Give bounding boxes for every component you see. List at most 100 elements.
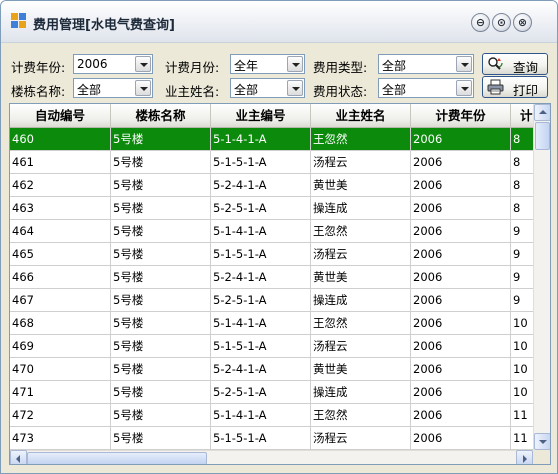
table-row[interactable]: 467 5号楼 5-2-5-1-A 操连成 2006 9: [10, 289, 533, 312]
table-cell[interactable]: 466: [10, 266, 111, 289]
table-row[interactable]: 463 5号楼 5-2-5-1-A 操连成 2006 8: [10, 197, 533, 220]
chevron-down-icon[interactable]: [135, 56, 151, 72]
table-cell[interactable]: 8: [511, 174, 533, 197]
table-cell[interactable]: 操连成: [311, 289, 411, 312]
table-cell[interactable]: 11: [511, 404, 533, 427]
table-cell[interactable]: 467: [10, 289, 111, 312]
table-cell[interactable]: 2006: [411, 335, 511, 358]
table-cell[interactable]: 9: [511, 220, 533, 243]
table-cell[interactable]: 5-1-5-1-A: [211, 243, 311, 266]
fee-status-select[interactable]: 全部: [378, 78, 474, 98]
table-row[interactable]: 464 5号楼 5-1-4-1-A 王忽然 2006 9: [10, 220, 533, 243]
chevron-down-icon[interactable]: [456, 80, 472, 96]
table-row[interactable]: 465 5号楼 5-1-5-1-A 汤程云 2006 9: [10, 243, 533, 266]
table-cell[interactable]: 黄世美: [311, 358, 411, 381]
table-cell[interactable]: 2006: [411, 151, 511, 174]
print-button[interactable]: 打印: [482, 76, 548, 98]
table-cell[interactable]: 2006: [411, 358, 511, 381]
table-cell[interactable]: 5-1-4-1-A: [211, 404, 311, 427]
table-cell[interactable]: 5号楼: [111, 427, 211, 450]
fee-type-select[interactable]: 全部: [378, 54, 474, 74]
column-header-year[interactable]: 计费年份: [411, 104, 511, 128]
table-cell[interactable]: 473: [10, 427, 111, 450]
table-cell[interactable]: 10: [511, 381, 533, 404]
table-cell[interactable]: 5号楼: [111, 243, 211, 266]
chevron-down-icon[interactable]: [135, 80, 151, 96]
table-row[interactable]: 461 5号楼 5-1-5-1-A 汤程云 2006 8: [10, 151, 533, 174]
table-cell[interactable]: 2006: [411, 289, 511, 312]
table-cell[interactable]: 11: [511, 427, 533, 450]
table-cell[interactable]: 8: [511, 151, 533, 174]
scroll-down-icon[interactable]: [534, 433, 550, 450]
table-cell[interactable]: 462: [10, 174, 111, 197]
table-row[interactable]: 466 5号楼 5-2-4-1-A 黄世美 2006 9: [10, 266, 533, 289]
horizontal-scroll-thumb[interactable]: [27, 452, 207, 464]
table-cell[interactable]: 471: [10, 381, 111, 404]
scroll-up-icon[interactable]: [534, 104, 550, 121]
minimize-button[interactable]: ⊖: [471, 13, 490, 32]
table-cell[interactable]: 463: [10, 197, 111, 220]
table-cell[interactable]: 汤程云: [311, 335, 411, 358]
table-cell[interactable]: 5号楼: [111, 312, 211, 335]
table-cell[interactable]: 王忽然: [311, 220, 411, 243]
horizontal-scrollbar[interactable]: [10, 450, 533, 464]
chevron-down-icon[interactable]: [287, 56, 303, 72]
fee-data-grid[interactable]: 自动编号 楼栋名称 业主编号 业主姓名 计费年份 计 460 5号楼 5-1-4-1…: [9, 103, 551, 465]
table-cell[interactable]: 8: [511, 128, 533, 151]
table-row[interactable]: 470 5号楼 5-2-4-1-A 黄世美 2006 10: [10, 358, 533, 381]
table-cell[interactable]: 5-2-5-1-A: [211, 381, 311, 404]
table-cell[interactable]: 操连成: [311, 381, 411, 404]
table-cell[interactable]: 5-1-5-1-A: [211, 151, 311, 174]
table-cell[interactable]: 2006: [411, 243, 511, 266]
table-row[interactable]: 471 5号楼 5-2-5-1-A 操连成 2006 10: [10, 381, 533, 404]
table-row[interactable]: 462 5号楼 5-2-4-1-A 黄世美 2006 8: [10, 174, 533, 197]
table-cell[interactable]: 464: [10, 220, 111, 243]
table-row[interactable]: 472 5号楼 5-1-4-1-A 王忽然 2006 11: [10, 404, 533, 427]
table-cell[interactable]: 9: [511, 243, 533, 266]
table-cell[interactable]: 469: [10, 335, 111, 358]
column-header-building[interactable]: 楼栋名称: [111, 104, 211, 128]
owner-select[interactable]: 全部: [230, 78, 305, 98]
table-cell[interactable]: 10: [511, 312, 533, 335]
table-cell[interactable]: 2006: [411, 427, 511, 450]
table-cell[interactable]: 5号楼: [111, 335, 211, 358]
table-cell[interactable]: 472: [10, 404, 111, 427]
table-cell[interactable]: 2006: [411, 266, 511, 289]
chevron-down-icon[interactable]: [456, 56, 472, 72]
table-cell[interactable]: 王忽然: [311, 404, 411, 427]
table-row[interactable]: 468 5号楼 5-1-4-1-A 王忽然 2006 10: [10, 312, 533, 335]
table-cell[interactable]: 470: [10, 358, 111, 381]
table-cell[interactable]: 5号楼: [111, 220, 211, 243]
building-select[interactable]: 全部: [73, 78, 153, 98]
table-cell[interactable]: 2006: [411, 381, 511, 404]
table-row[interactable]: 469 5号楼 5-1-5-1-A 汤程云 2006 10: [10, 335, 533, 358]
table-cell[interactable]: 5号楼: [111, 174, 211, 197]
table-cell[interactable]: 5号楼: [111, 404, 211, 427]
table-cell[interactable]: 5号楼: [111, 128, 211, 151]
table-cell[interactable]: 黄世美: [311, 266, 411, 289]
year-select[interactable]: 2006: [73, 54, 153, 74]
table-cell[interactable]: 2006: [411, 220, 511, 243]
table-cell[interactable]: 5-2-4-1-A: [211, 358, 311, 381]
column-header-owner-name[interactable]: 业主姓名: [311, 104, 411, 128]
table-row[interactable]: 473 5号楼 5-1-5-1-A 汤程云 2006 11: [10, 427, 533, 450]
table-cell[interactable]: 460: [10, 128, 111, 151]
table-cell[interactable]: 王忽然: [311, 128, 411, 151]
column-header-id[interactable]: 自动编号: [10, 104, 111, 128]
month-select[interactable]: 全年: [230, 54, 305, 74]
table-cell[interactable]: 5号楼: [111, 266, 211, 289]
table-cell[interactable]: 9: [511, 289, 533, 312]
close-button[interactable]: ⊗: [513, 13, 532, 32]
table-cell[interactable]: 5-1-5-1-A: [211, 335, 311, 358]
table-cell[interactable]: 5-2-4-1-A: [211, 174, 311, 197]
column-header-owner-id[interactable]: 业主编号: [211, 104, 311, 128]
table-cell[interactable]: 5-1-5-1-A: [211, 427, 311, 450]
table-cell[interactable]: 5-1-4-1-A: [211, 312, 311, 335]
chevron-down-icon[interactable]: [287, 80, 303, 96]
table-cell[interactable]: 2006: [411, 404, 511, 427]
table-row[interactable]: 460 5号楼 5-1-4-1-A 王忽然 2006 8: [10, 128, 533, 151]
table-cell[interactable]: 9: [511, 266, 533, 289]
query-button[interactable]: 查询: [482, 53, 548, 75]
maximize-button[interactable]: ⊙: [492, 13, 511, 32]
table-cell[interactable]: 2006: [411, 128, 511, 151]
